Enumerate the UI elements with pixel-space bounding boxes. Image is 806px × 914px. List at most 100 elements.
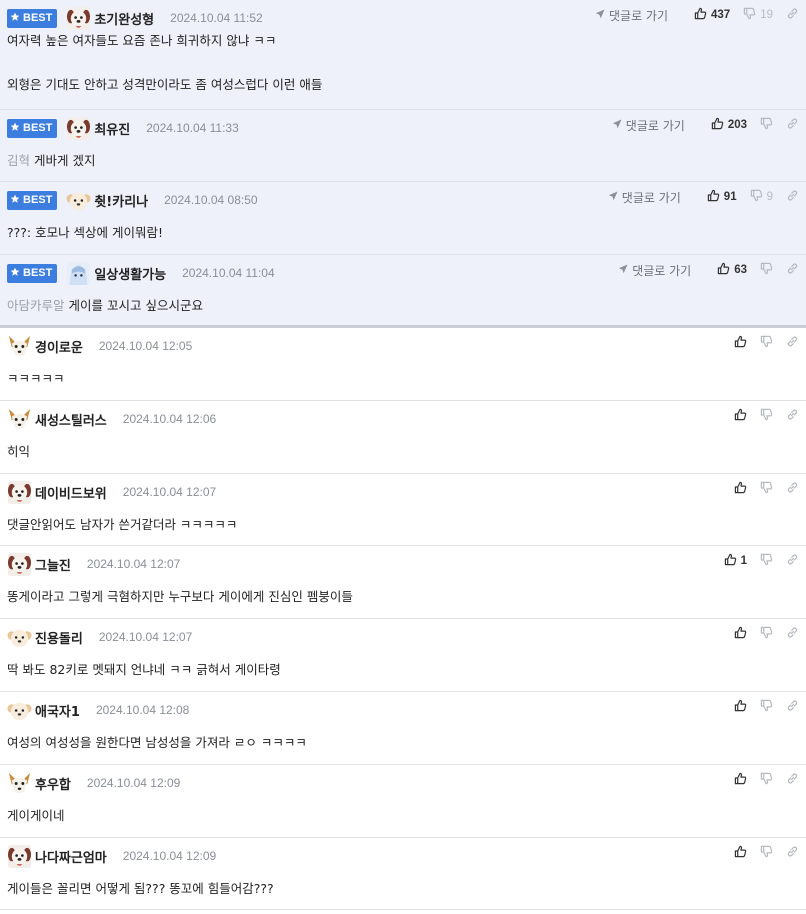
comment: 경이로운 2024.10.04 12:05 ㅋㅋㅋㅋㅋ [0,328,806,401]
dislike-button[interactable] [760,772,773,788]
best-badge-label: BEST [23,267,53,279]
puppy-avatar-icon[interactable] [7,625,32,650]
chihuahua-avatar-icon[interactable] [7,771,32,796]
like-button[interactable] [734,626,747,642]
comment-date: 2024.10.04 12:07 [122,485,217,499]
dislike-button[interactable] [760,845,773,861]
puppy-avatar-icon[interactable] [7,698,32,723]
like-button[interactable] [734,335,747,351]
comment-actions [721,771,799,789]
comment-header: 애국자1 2024.10.04 12:08 [7,699,189,721]
copy-link-button[interactable] [786,699,799,715]
dislike-button[interactable] [760,262,773,278]
comment-body: 딱 봐도 82키로 멧돼지 언냐네 ㅋㅋ 긁혀서 게이타령 [7,659,281,681]
nickname[interactable]: 후우합 [35,774,71,793]
comment: 애국자1 2024.10.04 12:08 여성의 여성성을 원한다면 남성성을… [0,692,806,765]
like-button[interactable]: 437 [694,7,730,23]
go-to-comment-link[interactable]: 댓글로 가기 [595,7,668,24]
nickname[interactable]: 최유진 [94,119,130,138]
go-to-comment-link[interactable]: 댓글로 가기 [608,189,681,206]
copy-link-button[interactable] [786,7,799,23]
dislike-button[interactable]: 9 [750,189,773,205]
star-icon [10,267,23,280]
dog-avatar-icon[interactable] [66,6,91,31]
comment-actions [721,625,799,643]
comment-header: BEST 초기완성형 2024.10.04 11:52 [7,6,263,31]
comment-body: 게이게이네 [7,805,65,827]
nickname[interactable]: 그늘진 [35,555,71,574]
go-to-comment-label: 댓글로 가기 [632,263,692,278]
dislike-button[interactable] [760,335,773,351]
comment: 데이비드보위 2024.10.04 12:07 댓글안읽어도 남자가 쓴거같더라… [0,474,806,546]
dislike-button[interactable] [760,699,773,715]
dislike-button[interactable]: 19 [743,7,773,23]
like-button[interactable] [734,772,747,788]
dog-avatar-icon[interactable] [7,844,32,869]
copy-link-button[interactable] [786,481,799,497]
dislike-button[interactable] [760,481,773,497]
like-button[interactable] [734,699,747,715]
like-button[interactable]: 1 [724,553,747,569]
nickname[interactable]: 췻!카리나 [94,191,148,210]
copy-link-button[interactable] [786,845,799,861]
link-icon [786,481,799,497]
link-icon [786,699,799,715]
dog-avatar-icon[interactable] [66,116,91,141]
thumbs-up-icon [734,626,747,642]
thumbs-down-icon [750,189,763,205]
comment-list: BEST 초기완성형 2024.10.04 11:52 여자력 높은 여자들도 … [0,0,806,910]
like-button[interactable] [734,408,747,424]
comment-body: 히익 [7,441,30,463]
character-avatar-icon[interactable] [66,261,91,286]
like-button[interactable] [734,845,747,861]
nickname[interactable]: 새성스틸러스 [35,410,107,429]
nickname[interactable]: 진용돌리 [35,628,83,647]
copy-link-button[interactable] [786,772,799,788]
copy-link-button[interactable] [786,262,799,278]
copy-link-button[interactable] [786,189,799,205]
nickname[interactable]: 초기완성형 [94,9,154,28]
comment-actions: 댓글로 가기 203 [612,116,799,134]
copy-link-button[interactable] [786,335,799,351]
copy-link-button[interactable] [786,408,799,424]
nickname[interactable]: 데이비드보위 [35,483,107,502]
comment: 진용돌리 2024.10.04 12:07 딱 봐도 82키로 멧돼지 언냐네 … [0,619,806,692]
dog-avatar-icon[interactable] [7,480,32,505]
comment-date: 2024.10.04 11:33 [146,121,239,135]
nickname[interactable]: 일상생활가능 [94,264,166,283]
comment-date: 2024.10.04 12:06 [122,412,217,426]
chihuahua-avatar-icon[interactable] [7,407,32,432]
best-comment: BEST 췻!카리나 2024.10.04 08:50 ???: 호모나 섹상에… [0,182,806,255]
nickname[interactable]: 나다짜근엄마 [35,847,107,866]
copy-link-button[interactable] [786,117,799,133]
go-to-comment-link[interactable]: 댓글로 가기 [612,117,685,134]
dislike-button[interactable] [760,408,773,424]
comment-actions [721,480,799,498]
dog-avatar-icon[interactable] [7,552,32,577]
thumbs-up-icon [694,7,707,23]
dislike-button[interactable] [760,117,773,133]
like-button[interactable]: 63 [717,262,747,278]
thumbs-down-icon [760,408,773,424]
go-to-comment-link[interactable]: 댓글로 가기 [618,262,691,279]
copy-link-button[interactable] [786,626,799,642]
comment-date: 2024.10.04 12:05 [98,339,193,353]
comment-actions [721,844,799,862]
mention[interactable]: 아담카루알 [7,298,65,313]
chihuahua-avatar-icon[interactable] [7,334,32,359]
nickname[interactable]: 애국자1 [35,701,80,720]
star-icon [10,12,23,25]
thumbs-up-icon [734,335,747,351]
like-button[interactable]: 203 [711,117,747,133]
mention[interactable]: 김혁 [7,153,30,168]
nickname[interactable]: 경이로운 [35,337,83,356]
send-arrow-icon [608,190,622,204]
like-count: 437 [711,9,731,21]
puppy-avatar-icon[interactable] [66,188,91,213]
dislike-button[interactable] [760,553,773,569]
like-button[interactable]: 91 [707,189,737,205]
link-icon [786,845,799,861]
like-button[interactable] [734,481,747,497]
copy-link-button[interactable] [786,553,799,569]
dislike-button[interactable] [760,626,773,642]
